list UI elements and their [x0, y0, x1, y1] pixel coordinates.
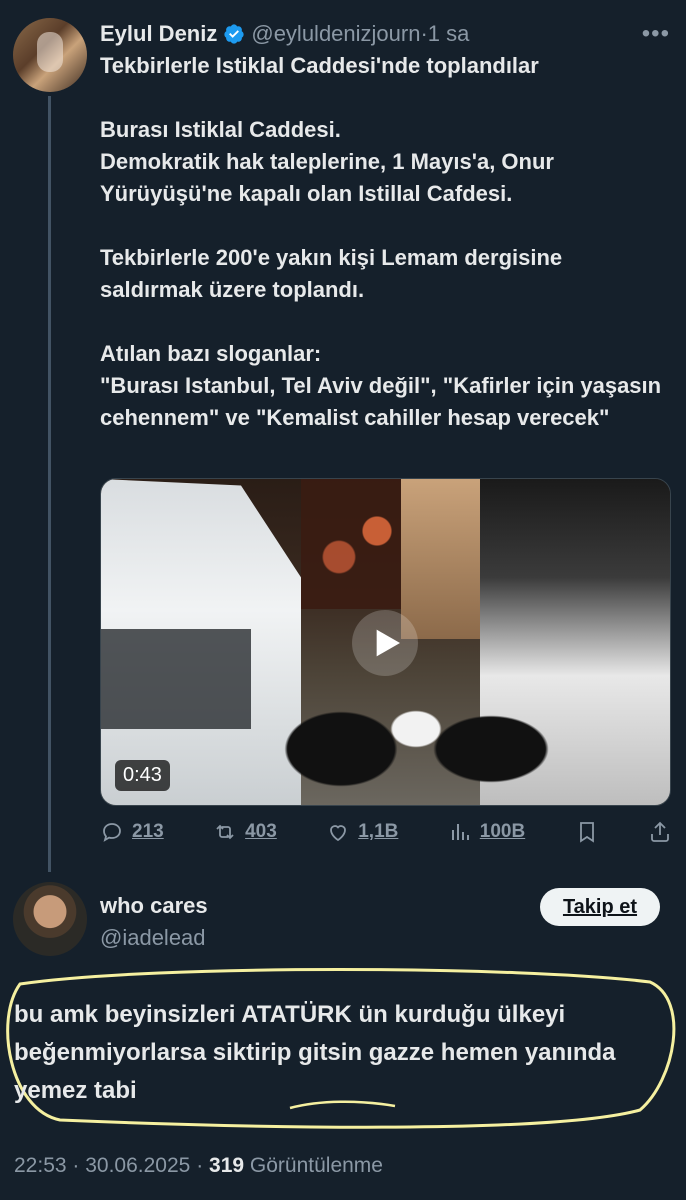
- reply-icon: [103, 823, 121, 842]
- analytics-icon: [451, 824, 469, 840]
- separator-dot: ·: [420, 21, 428, 46]
- avatar[interactable]: [13, 18, 87, 92]
- avatar-figure: [37, 32, 63, 72]
- reply-header: who cares @iadelead: [100, 893, 208, 951]
- bookmark-button[interactable]: [575, 820, 599, 844]
- bookmark-icon: [579, 822, 594, 843]
- verified-badge-icon: [223, 23, 245, 45]
- video-player[interactable]: 0:43: [100, 478, 671, 806]
- reply-views-count: 319: [209, 1154, 245, 1177]
- reply-text: bu amk beyinsizleri ATATÜRK ün kurduğu ü…: [14, 1001, 616, 1104]
- repost-count: 403: [245, 821, 277, 842]
- author-name[interactable]: Eylul Deniz: [100, 21, 217, 47]
- tweet-time[interactable]: 1 sa: [428, 21, 470, 47]
- share-icon: [651, 821, 669, 842]
- tweet-text: Tekbirlerle Istiklal Caddesi'nde topland…: [100, 53, 662, 430]
- follow-button[interactable]: Takip et: [540, 888, 660, 926]
- like-count: 1,1B: [358, 821, 399, 842]
- reply-button[interactable]: 213: [100, 820, 164, 844]
- thread-connector: [48, 96, 51, 872]
- video-duration: 0:43: [115, 760, 170, 791]
- reply-time[interactable]: 22:53: [14, 1154, 67, 1177]
- reply-date[interactable]: 30.06.2025: [85, 1154, 190, 1177]
- views-button[interactable]: 100B: [448, 820, 525, 844]
- reply-meta: 22:53 · 30.06.2025 · 319 Görüntülenme: [14, 1154, 383, 1177]
- reply-count: 213: [132, 821, 164, 842]
- repost-icon: [216, 824, 234, 840]
- like-button[interactable]: 1,1B: [326, 820, 398, 844]
- author-handle[interactable]: @eyluldenizjourn: [251, 21, 420, 47]
- play-icon[interactable]: [352, 610, 418, 676]
- more-horizontal-icon[interactable]: •••: [642, 20, 670, 48]
- repost-button[interactable]: 403: [213, 820, 277, 844]
- reply-author-handle[interactable]: @iadelead: [100, 925, 208, 951]
- action-bar: 213 403 1,1B 100B: [100, 817, 672, 847]
- share-button[interactable]: [648, 820, 672, 844]
- reply-views-label: Görüntülenme: [249, 1154, 383, 1177]
- reply-avatar[interactable]: [13, 882, 87, 956]
- heart-icon: [330, 825, 347, 842]
- tweet-header: Eylul Deniz @eyluldenizjourn · 1 sa: [100, 16, 666, 52]
- views-count: 100B: [479, 821, 526, 842]
- reply-author-name[interactable]: who cares: [100, 893, 208, 919]
